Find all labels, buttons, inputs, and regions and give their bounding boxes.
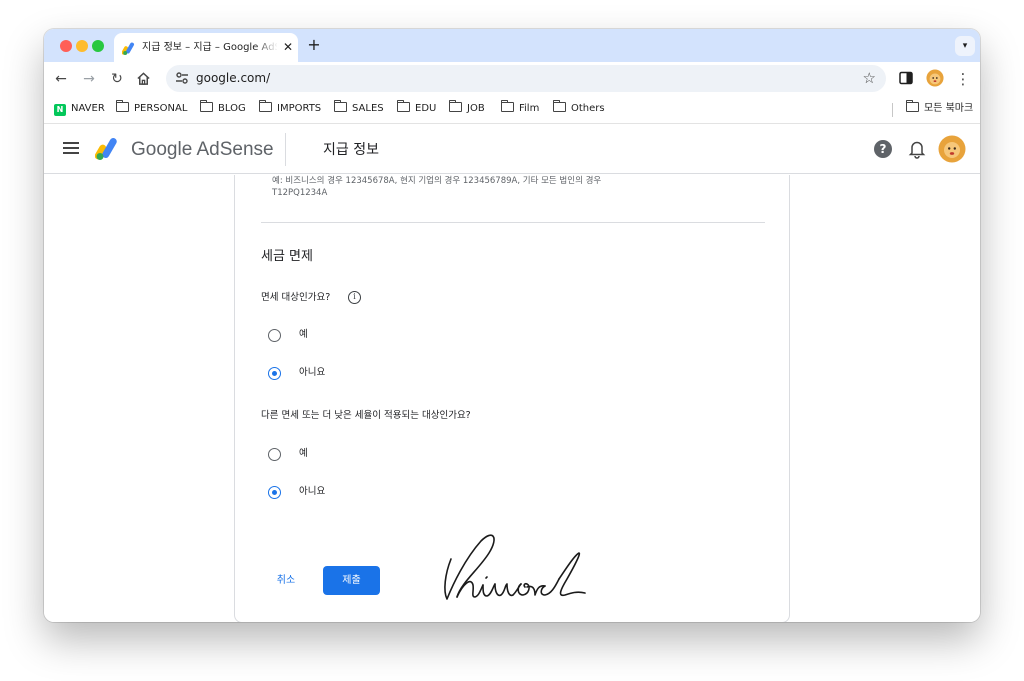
- radio-label: 아니요: [299, 367, 326, 378]
- bookmark-label: Others: [571, 103, 605, 114]
- help-icon[interactable]: ?: [874, 140, 892, 158]
- radio-q2-yes[interactable]: [268, 448, 281, 461]
- folder-icon: [115, 100, 129, 112]
- bookmark-label: EDU: [415, 103, 437, 114]
- browser-toolbar: ← → ↻ google.com/ ☆ ⋮: [44, 62, 980, 95]
- folder-icon: [333, 100, 347, 112]
- bookmark-label: PERSONAL: [134, 103, 188, 114]
- payment-info-form-card: 예: 비즈니스의 경우 12345678A, 현지 기업의 경우 1234567…: [234, 175, 790, 622]
- browser-tab[interactable]: 지급 정보 – 지급 – Google AdSense ✕: [114, 33, 298, 62]
- notifications-bell-icon[interactable]: [908, 139, 926, 159]
- radio-q2-no[interactable]: [268, 486, 281, 499]
- bookmark-label: SALES: [352, 103, 384, 114]
- naver-logo-icon: N: [54, 104, 66, 116]
- adsense-favicon-icon: [122, 42, 134, 55]
- minimize-window-button[interactable]: [76, 40, 88, 52]
- bookmark-label: Film: [519, 103, 540, 114]
- bookmark-blog[interactable]: BLOG: [199, 100, 246, 117]
- folder-icon: [500, 100, 514, 112]
- radio-q1-yes[interactable]: [268, 329, 281, 342]
- address-bar[interactable]: google.com/ ☆: [166, 65, 886, 92]
- bookmarks-divider: [892, 103, 893, 117]
- bookmark-personal[interactable]: PERSONAL: [115, 100, 188, 117]
- reload-icon[interactable]: ↻: [108, 70, 126, 88]
- section-title: 세금 면제: [261, 249, 313, 264]
- side-panel-icon[interactable]: [899, 71, 913, 85]
- bookmark-job[interactable]: JOB: [448, 100, 485, 117]
- browser-window: 지급 정보 – 지급 – Google AdSense ✕ + ▾ ← → ↻ …: [44, 29, 980, 622]
- bookmarks-bar: N NAVER PERSONAL BLOG IMPORTS SALES EDU J…: [44, 95, 980, 124]
- url-text: google.com/: [196, 71, 271, 85]
- bookmark-others[interactable]: Others: [552, 100, 605, 117]
- zoom-window-button[interactable]: [92, 40, 104, 52]
- bookmark-edu[interactable]: EDU: [396, 100, 437, 117]
- all-bookmarks-button[interactable]: 모든 북마크: [905, 100, 974, 117]
- bookmark-star-icon[interactable]: ☆: [863, 69, 876, 87]
- radio-q1-no[interactable]: [268, 367, 281, 380]
- section-divider: [261, 222, 765, 223]
- bookmark-imports[interactable]: IMPORTS: [258, 100, 322, 117]
- tax-id-hint: 예: 비즈니스의 경우 12345678A, 현지 기업의 경우 1234567…: [272, 176, 602, 198]
- question-tax-exempt: 면세 대상인가요?: [261, 292, 331, 303]
- bookmark-sales[interactable]: SALES: [333, 100, 384, 117]
- header-divider: [285, 133, 286, 166]
- bookmark-label: IMPORTS: [277, 103, 322, 114]
- radio-label: 아니요: [299, 486, 326, 497]
- cancel-button[interactable]: 취소: [263, 568, 309, 594]
- close-window-button[interactable]: [60, 40, 72, 52]
- bookmark-naver[interactable]: N NAVER: [54, 101, 105, 117]
- submit-button[interactable]: 제출: [323, 566, 380, 595]
- bookmark-label: BLOG: [218, 103, 246, 114]
- handwritten-signature: [444, 534, 586, 600]
- profile-avatar-icon[interactable]: [926, 69, 944, 87]
- tab-search-chevron-icon[interactable]: ▾: [955, 36, 975, 56]
- adsense-logo-icon: [95, 138, 117, 160]
- bookmark-label: NAVER: [71, 103, 105, 114]
- new-tab-button[interactable]: +: [306, 37, 322, 53]
- bookmark-label: 모든 북마크: [924, 103, 974, 114]
- tab-strip: 지급 정보 – 지급 – Google AdSense ✕ + ▾: [44, 29, 980, 62]
- forward-arrow-icon[interactable]: →: [80, 70, 98, 88]
- app-header: Google AdSense 지급 정보 ?: [44, 125, 980, 174]
- page-title: 지급 정보: [323, 142, 379, 158]
- main-content: 예: 비즈니스의 경우 12345678A, 현지 기업의 경우 1234567…: [44, 175, 980, 622]
- folder-icon: [552, 100, 566, 112]
- bookmark-film[interactable]: Film: [500, 100, 540, 117]
- home-icon[interactable]: [136, 71, 151, 86]
- folder-icon: [396, 100, 410, 112]
- folder-icon: [199, 100, 213, 112]
- more-menu-icon[interactable]: ⋮: [954, 70, 972, 88]
- folder-icon: [905, 100, 919, 112]
- product-name[interactable]: Google AdSense: [131, 137, 274, 163]
- folder-icon: [448, 100, 462, 112]
- radio-label: 예: [299, 329, 308, 340]
- back-arrow-icon[interactable]: ←: [52, 70, 70, 88]
- question-reduced-rate: 다른 면세 또는 더 낮은 세율이 적용되는 대상인가요?: [261, 410, 471, 421]
- bookmark-label: JOB: [467, 103, 485, 114]
- account-avatar-icon[interactable]: [938, 135, 966, 163]
- tab-close-icon[interactable]: ✕: [280, 39, 296, 55]
- folder-icon: [258, 100, 272, 112]
- hamburger-menu-icon[interactable]: [63, 142, 79, 156]
- radio-label: 예: [299, 448, 308, 459]
- site-info-icon[interactable]: [174, 70, 190, 86]
- tab-title-fade: [254, 39, 278, 57]
- info-icon[interactable]: i: [348, 291, 361, 304]
